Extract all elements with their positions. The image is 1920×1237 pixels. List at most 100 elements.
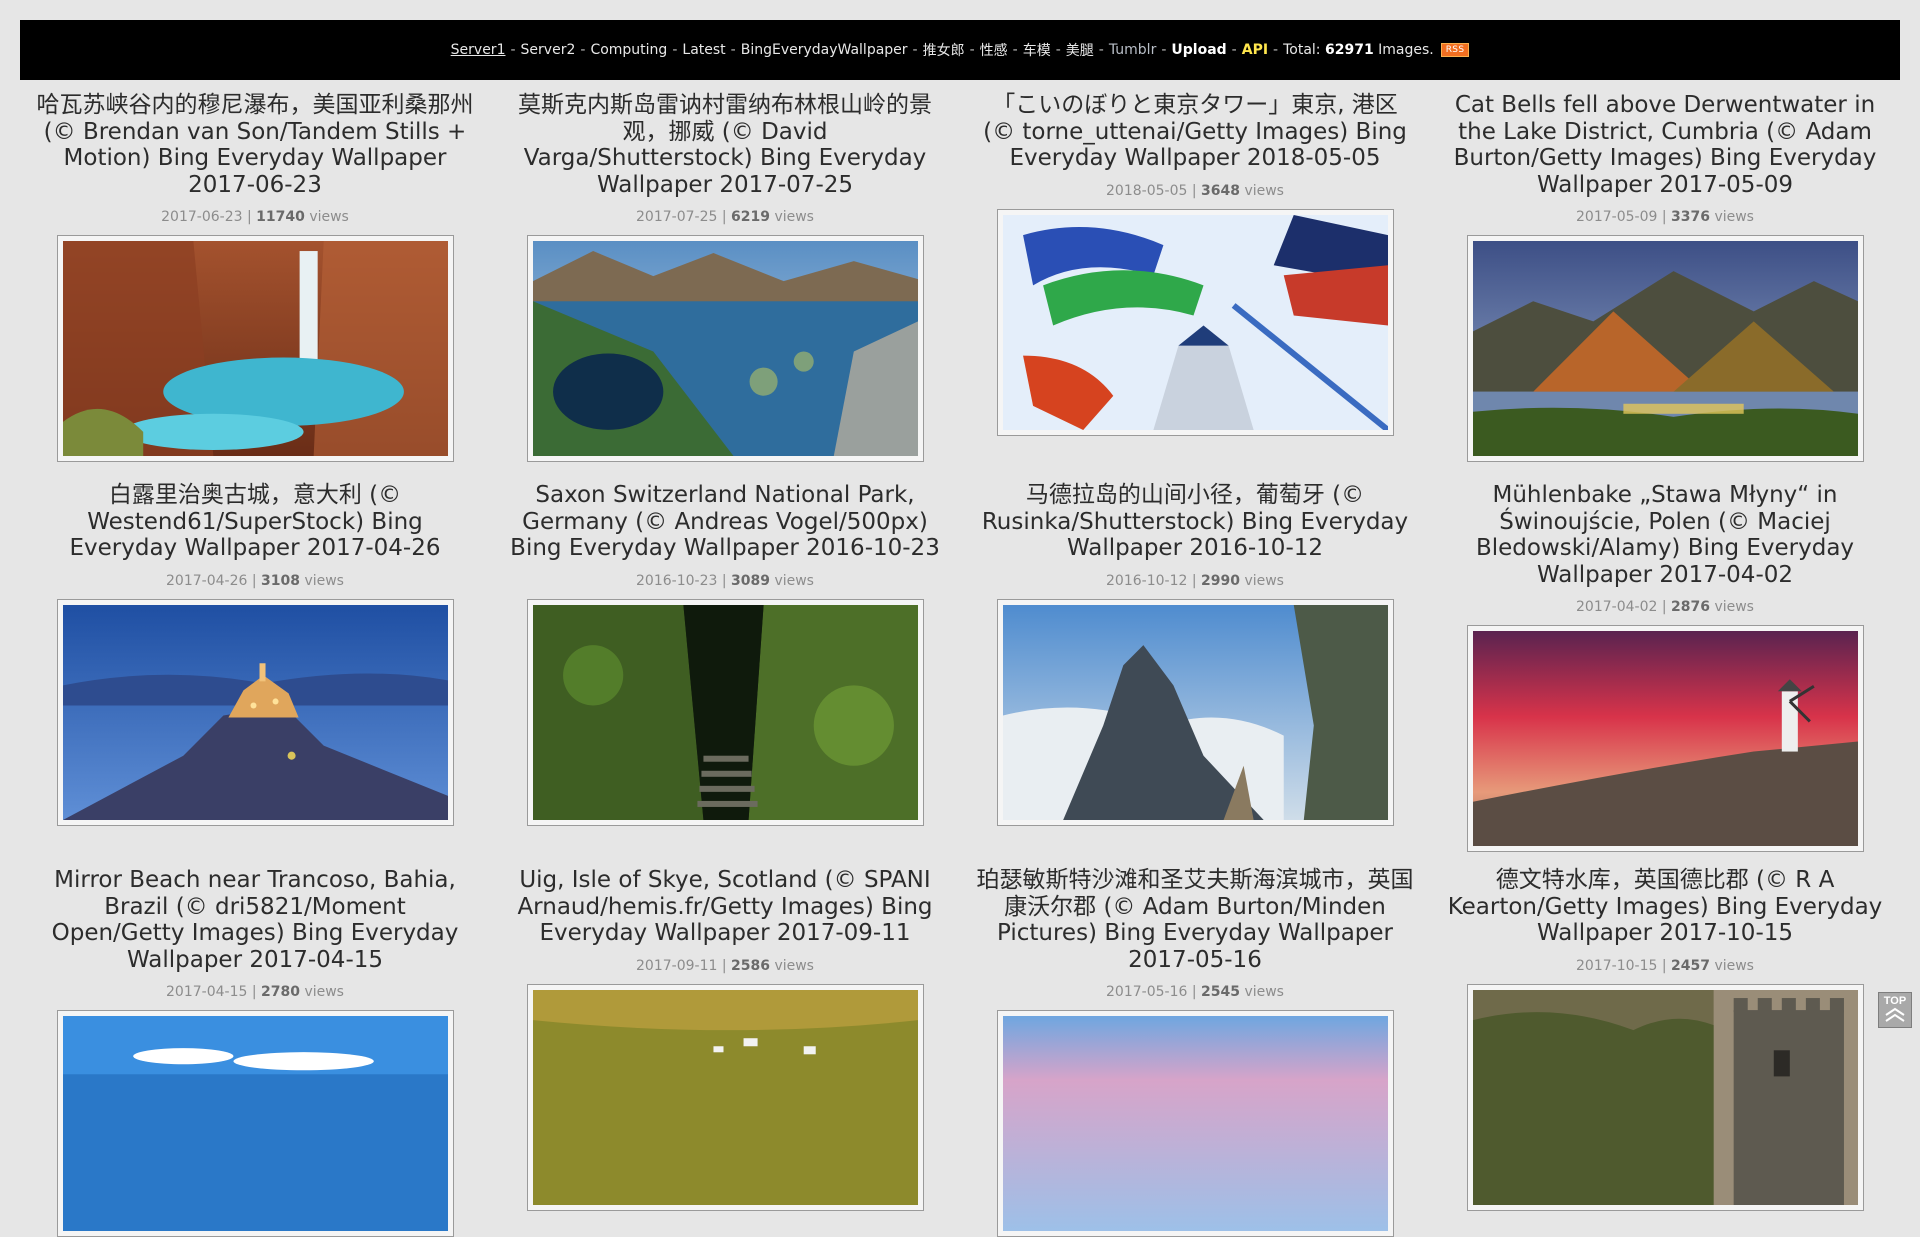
card-title[interactable]: 「こいのぼりと東京タワー」東京, 港区 (© torne_uttenai/Get… [975, 92, 1415, 172]
total-image-count: 62971 [1324, 42, 1374, 58]
wallpaper-card: Mühlenbake „Stawa Młyny“ in Świnoujście,… [1430, 482, 1900, 852]
thumbnail-image[interactable] [62, 1016, 448, 1231]
thumbnail-frame[interactable] [1466, 235, 1864, 462]
card-meta: 2017-10-15 | 2457 views [1576, 957, 1754, 974]
card-view-count: 11740 [256, 209, 305, 225]
card-title[interactable]: Uig, Isle of Skye, Scotland (© SPANI Arn… [505, 867, 945, 947]
thumbnail-frame[interactable] [526, 983, 924, 1211]
card-views-label: views [774, 209, 814, 225]
nav-tag-link[interactable]: 车模 [1023, 40, 1051, 60]
wallpaper-card: Uig, Isle of Skye, Scotland (© SPANI Arn… [490, 867, 960, 1211]
card-views-label: views [774, 572, 814, 589]
thumbnail-frame[interactable] [56, 1010, 454, 1237]
card-meta: 2017-05-16 | 2545 views [1106, 984, 1284, 1000]
nav-separator: - [730, 42, 736, 58]
double-chevron-up-icon [1885, 1007, 1905, 1022]
thumbnail-frame[interactable] [996, 1010, 1394, 1237]
nav-tag-link[interactable]: 性感 [980, 40, 1008, 60]
nav-api-link[interactable]: API [1242, 42, 1268, 58]
thumbnail-image[interactable] [532, 989, 918, 1205]
back-to-top-button[interactable]: TOP [1878, 992, 1912, 1028]
thumbnail-image[interactable] [62, 604, 448, 820]
card-view-count: 3089 [731, 572, 770, 589]
card-meta: 2017-09-11 | 2586 views [636, 957, 814, 974]
nav-upload-link[interactable]: Upload [1171, 42, 1226, 58]
card-meta: 2017-04-26 | 3108 views [166, 572, 344, 589]
card-views-label: views [1714, 599, 1754, 615]
card-view-count: 2545 [1201, 984, 1240, 1000]
card-title[interactable]: Mühlenbake „Stawa Młyny“ in Świnoujście,… [1445, 482, 1885, 588]
wallpaper-card: 「こいのぼりと東京タワー」東京, 港区 (© torne_uttenai/Get… [960, 92, 1430, 436]
card-view-count: 2780 [261, 984, 300, 1000]
nav-separator: - [672, 42, 678, 58]
nav-tumblr-link[interactable]: Tumblr [1109, 42, 1156, 58]
nav-server2-link[interactable]: Server2 [521, 42, 576, 58]
card-views-label: views [304, 984, 344, 1000]
card-title[interactable]: Saxon Switzerland National Park, Germany… [505, 482, 945, 562]
card-view-count: 6219 [731, 209, 770, 225]
card-title[interactable]: Mirror Beach near Trancoso, Bahia, Brazi… [35, 867, 475, 973]
card-meta: 2017-04-15 | 2780 views [166, 984, 344, 1000]
rss-badge[interactable]: RSS [1440, 43, 1470, 57]
nav-separator: - [969, 42, 975, 58]
total-suffix: Images. [1378, 42, 1434, 58]
thumbnail-frame[interactable] [996, 598, 1394, 826]
nav-bing-wallpaper-link[interactable]: BingEverydayWallpaper [741, 42, 908, 58]
card-views-label: views [304, 572, 344, 589]
thumbnail-frame[interactable] [526, 598, 924, 826]
nav-server1-link[interactable]: Server1 [451, 42, 506, 58]
card-date: 2016-10-23 [636, 572, 718, 589]
card-title[interactable]: 哈瓦苏峡谷内的穆尼瀑布，美国亚利桑那州 (© Brendan van Son/T… [35, 92, 475, 198]
card-meta: 2018-05-05 | 3648 views [1106, 182, 1284, 199]
card-date: 2017-05-09 [1576, 209, 1658, 225]
nav-separator: - [580, 42, 586, 58]
nav-separator: - [1098, 42, 1104, 58]
card-date: 2017-06-23 [161, 209, 243, 225]
card-title[interactable]: 莫斯克内斯岛雷讷村雷纳布林根山岭的景观，挪威 (© David Varga/Sh… [505, 92, 945, 198]
nav-latest-link[interactable]: Latest [682, 42, 725, 58]
thumbnail-image[interactable] [532, 604, 918, 820]
card-date: 2017-09-11 [636, 957, 718, 974]
card-title[interactable]: 白露里治奥古城，意大利 (© Westend61/SuperStock) Bin… [35, 482, 475, 562]
wallpaper-card: 珀瑟敏斯特沙滩和圣艾夫斯海滨城市，英国康沃尔郡 (© Adam Burton/M… [960, 867, 1430, 1237]
card-views-label: views [1244, 984, 1284, 1000]
card-title[interactable]: Cat Bells fell above Derwentwater in the… [1445, 92, 1885, 198]
card-view-count: 3376 [1671, 209, 1710, 225]
card-date: 2017-04-02 [1576, 599, 1658, 615]
card-title[interactable]: 珀瑟敏斯特沙滩和圣艾夫斯海滨城市，英国康沃尔郡 (© Adam Burton/M… [975, 867, 1415, 973]
card-title[interactable]: 马德拉岛的山间小径，葡萄牙 (© Rusinka/Shutterstock) B… [975, 482, 1415, 562]
card-title[interactable]: 德文特水库，英国德比郡 (© R A Kearton/Getty Images)… [1445, 867, 1885, 947]
thumbnail-frame[interactable] [996, 208, 1394, 436]
wallpaper-card: 马德拉岛的山间小径，葡萄牙 (© Rusinka/Shutterstock) B… [960, 482, 1430, 826]
wallpaper-card: 莫斯克内斯岛雷讷村雷纳布林根山岭的景观，挪威 (© David Varga/Sh… [490, 92, 960, 462]
wallpaper-card: 哈瓦苏峡谷内的穆尼瀑布，美国亚利桑那州 (© Brendan van Son/T… [20, 92, 490, 462]
card-view-count: 3648 [1201, 182, 1240, 199]
thumbnail-image[interactable] [1472, 241, 1858, 456]
card-date: 2017-04-26 [166, 572, 248, 589]
thumbnail-frame[interactable] [56, 235, 454, 462]
thumbnail-image[interactable] [1472, 989, 1858, 1205]
nav-tag-link[interactable]: 美腿 [1066, 40, 1094, 60]
card-date: 2017-10-15 [1576, 957, 1658, 974]
card-date: 2017-05-16 [1106, 984, 1188, 1000]
thumbnail-frame[interactable] [526, 235, 924, 462]
nav-separator: - [1231, 42, 1237, 58]
card-views-label: views [774, 957, 814, 974]
thumbnail-image[interactable] [1472, 631, 1858, 846]
thumbnail-image[interactable] [1002, 1016, 1388, 1231]
nav-tag-link[interactable]: 推女郎 [923, 40, 965, 60]
card-views-label: views [309, 209, 349, 225]
thumbnail-image[interactable] [62, 241, 448, 456]
card-meta: 2016-10-12 | 2990 views [1106, 572, 1284, 589]
nav-separator: - [1055, 42, 1061, 58]
thumbnail-image[interactable] [532, 241, 918, 456]
card-date: 2017-07-25 [636, 209, 718, 225]
thumbnail-image[interactable] [1002, 604, 1388, 820]
card-views-label: views [1714, 209, 1754, 225]
thumbnail-frame[interactable] [1466, 625, 1864, 852]
thumbnail-image[interactable] [1002, 214, 1388, 430]
nav-computing-link[interactable]: Computing [590, 42, 667, 58]
thumbnail-frame[interactable] [56, 598, 454, 826]
top-navigation-bar: Server1 - Server2 - Computing - Latest -… [20, 20, 1900, 80]
thumbnail-frame[interactable] [1466, 983, 1864, 1211]
